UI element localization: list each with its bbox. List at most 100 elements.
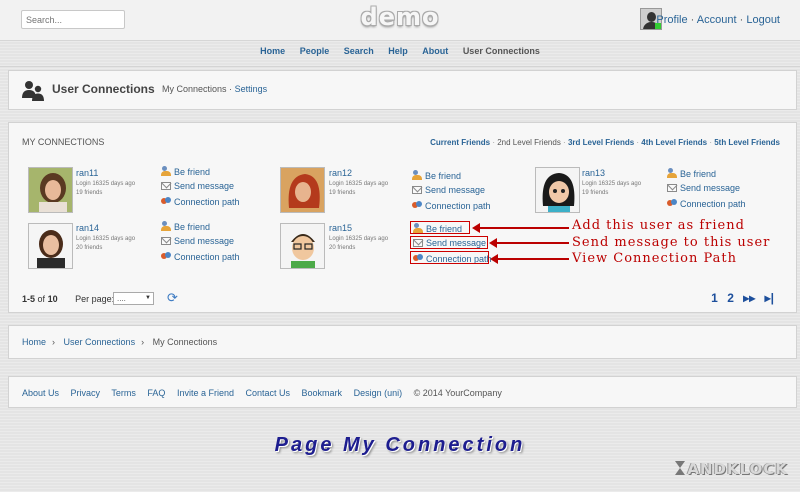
avatar[interactable] xyxy=(28,223,73,269)
annotation-connection-path: View Connection Path xyxy=(572,251,737,266)
footer-bookmark[interactable]: Bookmark xyxy=(302,388,343,398)
connection-path-icon xyxy=(412,200,422,210)
total: 10 xyxy=(47,294,58,304)
nav-people[interactable]: People xyxy=(300,46,330,56)
add-friend-icon xyxy=(667,168,677,178)
page-header: User Connections My Connections · Settin… xyxy=(8,70,797,110)
action-label: Connection path xyxy=(425,201,491,211)
next-page-icon[interactable]: ▸▸ xyxy=(743,291,755,305)
login-info: Login 16325 days ago xyxy=(76,236,136,242)
separator: · xyxy=(690,14,695,26)
breadcrumb-user-connections[interactable]: User Connections xyxy=(64,337,136,347)
send-message-link[interactable]: Send message xyxy=(412,185,485,195)
highlight-box xyxy=(410,251,489,264)
be-friend-link[interactable]: Be friend xyxy=(412,170,461,181)
footer-design[interactable]: Design (uni) xyxy=(354,388,403,398)
nav-home[interactable]: Home xyxy=(260,46,285,56)
caption: Page My Connection xyxy=(274,434,526,456)
range: 1-5 xyxy=(22,294,36,304)
top-bar: demo Profile · Account · Logout xyxy=(0,0,800,41)
action-label: Connection path xyxy=(174,197,240,207)
account-link[interactable]: Account xyxy=(697,14,737,26)
user-name[interactable]: ran12 xyxy=(329,168,352,178)
brand-text: ANDKLOCK xyxy=(687,460,788,478)
last-page-icon[interactable]: ▸| xyxy=(765,291,774,305)
connection-path-link[interactable]: Connection path xyxy=(161,196,240,207)
action-label: Connection path xyxy=(680,199,746,209)
hourglass-icon xyxy=(675,461,686,476)
avatar[interactable] xyxy=(280,223,325,269)
send-message-link[interactable]: Send message xyxy=(161,236,234,246)
footer-terms[interactable]: Terms xyxy=(111,388,136,398)
avatar[interactable] xyxy=(535,167,580,213)
be-friend-link[interactable]: Be friend xyxy=(161,166,210,177)
sub-nav-my-connections[interactable]: My Connections xyxy=(162,84,227,94)
user-meta: Login 16325 days ago 19 friends xyxy=(76,180,135,198)
nav-about[interactable]: About xyxy=(422,46,448,56)
friend-count: 20 friends xyxy=(329,245,356,251)
connection-path-link[interactable]: Connection path xyxy=(412,200,491,211)
of-label: of xyxy=(37,294,46,304)
refresh-icon[interactable]: ⟳ xyxy=(167,291,178,304)
add-friend-icon xyxy=(161,221,171,231)
footer-about-us[interactable]: About Us xyxy=(22,388,59,398)
be-friend-link[interactable]: Be friend xyxy=(667,168,716,179)
sub-nav-settings[interactable]: Settings xyxy=(235,84,268,94)
send-message-link[interactable]: Send message xyxy=(161,181,234,191)
per-page-select[interactable]: .... xyxy=(113,292,154,305)
logout-link[interactable]: Logout xyxy=(746,14,780,26)
filter-4th-level[interactable]: 4th Level Friends xyxy=(641,138,707,147)
login-info: Login 16325 days ago xyxy=(329,181,389,187)
result-range: 1-5 of 10 Per page: xyxy=(22,294,114,304)
page-2[interactable]: 2 xyxy=(727,291,734,305)
user-name[interactable]: ran15 xyxy=(329,223,352,233)
action-label: Be friend xyxy=(425,171,462,181)
footer-faq[interactable]: FAQ xyxy=(147,388,165,398)
action-label: Connection path xyxy=(174,252,240,262)
filter-current-friends[interactable]: Current Friends xyxy=(430,138,490,147)
action-label: Be friend xyxy=(174,222,211,232)
user-meta: Login 16325 days ago 20 friends xyxy=(329,235,388,253)
send-message-link[interactable]: Send message xyxy=(667,183,740,193)
mail-icon xyxy=(667,184,677,192)
mail-icon xyxy=(161,237,171,245)
annotation-send-message: Send message to this user xyxy=(572,235,771,250)
add-friend-icon xyxy=(412,170,422,180)
action-label: Be friend xyxy=(174,167,211,177)
pagination: 1 2 ▸▸ ▸| xyxy=(705,291,774,305)
highlight-box xyxy=(410,221,470,234)
main-nav: Home People Search Help About User Conne… xyxy=(0,46,800,56)
nav-search[interactable]: Search xyxy=(344,46,374,56)
footer-invite-friend[interactable]: Invite a Friend xyxy=(177,388,234,398)
page-1[interactable]: 1 xyxy=(711,291,718,305)
profile-link[interactable]: Profile xyxy=(656,14,687,26)
connection-path-link[interactable]: Connection path xyxy=(161,251,240,262)
login-info: Login 16325 days ago xyxy=(76,181,136,187)
user-name[interactable]: ran14 xyxy=(76,223,99,233)
nav-help[interactable]: Help xyxy=(388,46,408,56)
connection-path-link[interactable]: Connection path xyxy=(667,198,746,209)
user-name[interactable]: ran11 xyxy=(76,168,98,178)
per-page-label: Per page: xyxy=(75,294,115,304)
filter-2nd-level[interactable]: 2nd Level Friends xyxy=(497,138,561,147)
user-name[interactable]: ran13 xyxy=(582,168,605,178)
login-info: Login 16325 days ago xyxy=(329,236,389,242)
filter-3rd-level[interactable]: 3rd Level Friends xyxy=(568,138,634,147)
user-meta: Login 16325 days ago 20 friends xyxy=(76,235,135,253)
friend-count: 19 friends xyxy=(582,190,609,196)
brand-watermark: ANDKLOCK xyxy=(675,460,788,478)
separator: · xyxy=(229,84,233,94)
footer-contact-us[interactable]: Contact Us xyxy=(246,388,291,398)
annotation-add-friend: Add this user as friend xyxy=(572,218,745,233)
be-friend-link[interactable]: Be friend xyxy=(161,221,210,232)
avatar[interactable] xyxy=(280,167,325,213)
user-links: Profile · Account · Logout xyxy=(656,14,780,26)
highlight-box xyxy=(410,236,488,249)
nav-user-connections[interactable]: User Connections xyxy=(463,46,540,56)
breadcrumb-home[interactable]: Home xyxy=(22,337,46,347)
footer-privacy[interactable]: Privacy xyxy=(71,388,101,398)
friend-count: 19 friends xyxy=(76,190,103,196)
action-label: Send message xyxy=(174,181,235,191)
avatar[interactable] xyxy=(28,167,73,213)
filter-5th-level[interactable]: 5th Level Friends xyxy=(714,138,780,147)
